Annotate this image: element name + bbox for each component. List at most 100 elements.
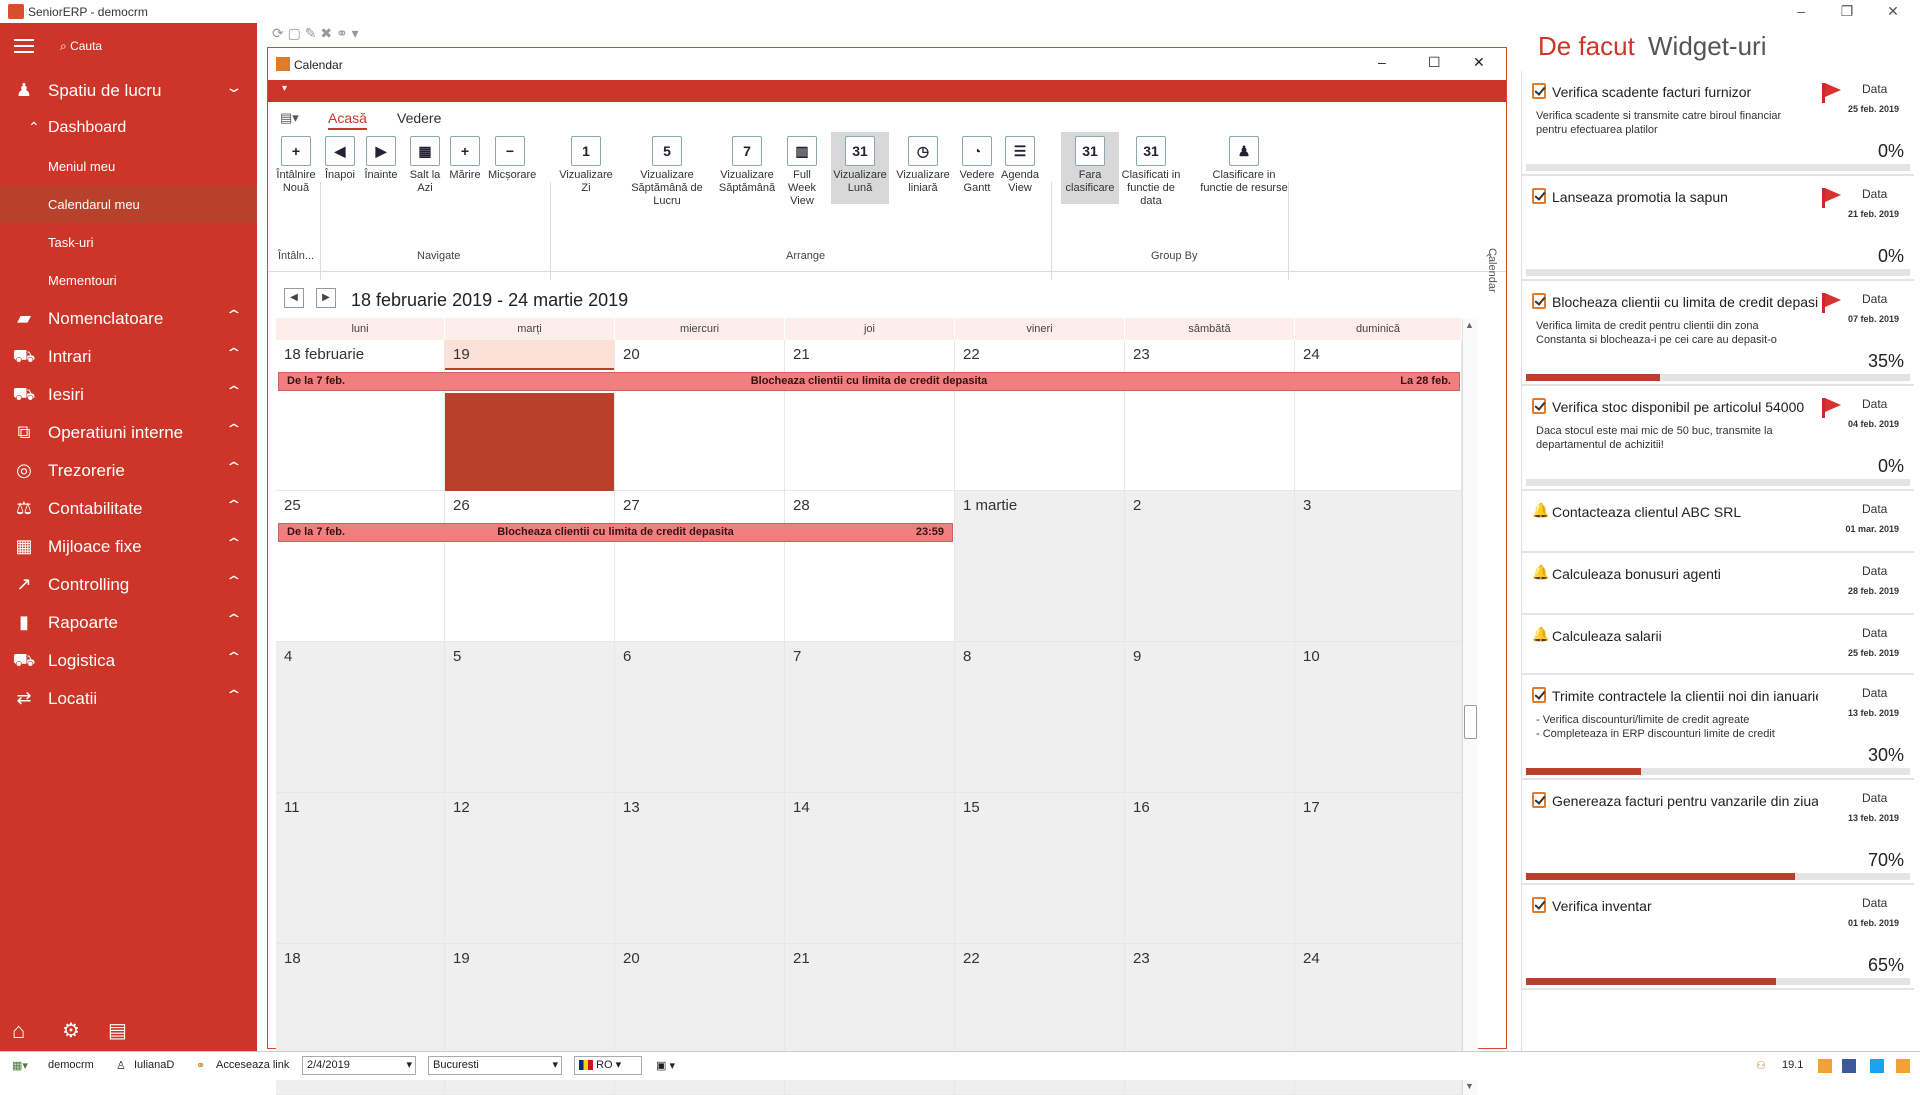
sidebar-subitem-0[interactable]: Meniul meu (0, 147, 257, 185)
sidebar-item-3[interactable]: ⛟ Iesiri ⌃ (0, 375, 257, 413)
task-card[interactable]: Blocheaza clientii cu limita de credit d… (1522, 281, 1914, 386)
tab-widget-uri[interactable]: Widget-uri (1648, 31, 1766, 62)
calendar-day-cell[interactable]: 9 (1125, 642, 1295, 793)
flag-icon[interactable] (1822, 398, 1844, 418)
report-icon[interactable]: ▤ (108, 1018, 127, 1043)
twitter-icon[interactable] (1870, 1059, 1884, 1073)
checkbox-icon[interactable] (1532, 398, 1546, 414)
calendar-event[interactable]: De la 7 feb. Blocheaza clientii cu limit… (278, 372, 1460, 391)
calendar-day-cell[interactable]: 8 (955, 642, 1125, 793)
calendar-day-cell[interactable]: 27 (615, 491, 785, 642)
sidebar-item-2[interactable]: ⛟ Intrari ⌃ (0, 337, 257, 375)
flag-icon[interactable] (1822, 293, 1844, 313)
calendar-day-cell[interactable]: 10 (1295, 642, 1462, 793)
sidebar-item-10[interactable]: ⛟ Logistica ⌃ (0, 641, 257, 679)
flag-icon[interactable] (1822, 83, 1844, 103)
flag-icon[interactable] (1822, 188, 1844, 208)
task-card[interactable]: Verifica inventar Data 01 feb. 2019 65% (1522, 885, 1914, 990)
calendar-day-cell[interactable]: 25 (276, 491, 445, 642)
checkbox-icon[interactable] (1532, 897, 1546, 913)
calendar-day-cell[interactable]: 20 (615, 340, 785, 491)
status-link[interactable]: Acceseaza link (216, 1059, 289, 1071)
city-select[interactable]: Bucuresti ▾ (428, 1056, 562, 1075)
calendar-day-cell[interactable]: 17 (1295, 793, 1462, 944)
ribbon-button-16[interactable]: ♟ Clasificare in functie de resurse (1198, 132, 1290, 204)
grid-menu-icon[interactable]: ▦▾ (12, 1059, 28, 1072)
ribbon-button-10[interactable]: 31 Vizualizare Lună (831, 132, 889, 204)
dropdown-icon[interactable]: ▾ (282, 83, 287, 94)
checkbox-icon[interactable] (1532, 792, 1546, 808)
ribbon-menu-icon[interactable]: ▤▾ (280, 110, 299, 126)
calendar-close-icon[interactable]: ✕ (1473, 54, 1485, 71)
calendar-day-cell[interactable]: 14 (785, 793, 955, 944)
sidebar-item-1[interactable]: ▰ Nomenclatoare ⌃ (0, 299, 257, 337)
calendar-minimize-icon[interactable]: – (1378, 54, 1386, 70)
ribbon-button-8[interactable]: 7 Vizualizare Săptămână (718, 132, 776, 204)
checkbox-icon[interactable] (1532, 293, 1546, 309)
home-icon[interactable]: ⌂ (12, 1018, 25, 1044)
sidebar-search[interactable]: ⌕ Cauta (60, 39, 102, 54)
ribbon-button-7[interactable]: 5 Vizualizare Săptămână de Lucru (619, 132, 715, 207)
task-card[interactable]: 🔔 Contacteaza clientul ABC SRL Data 01 m… (1522, 491, 1914, 553)
sidebar-item-0[interactable]: ♟ Spatiu de lucru ⌄ (0, 71, 257, 109)
restore-icon[interactable]: ❐ (1824, 0, 1870, 23)
ribbon-button-11[interactable]: ◷ Vizualizare liniară (896, 132, 950, 204)
ribbon-button-3[interactable]: ▦ Salt la Azi (408, 132, 442, 204)
task-card[interactable]: Verifica scadente facturi furnizor Data … (1522, 71, 1914, 176)
ribbon-button-5[interactable]: − Micșorare (488, 132, 536, 204)
sidebar-item-4[interactable]: ⧉ Operatiuni interne ⌃ (0, 413, 257, 451)
tab-acasa[interactable]: Acasă (328, 110, 367, 130)
calendar-day-cell[interactable]: 5 (445, 642, 615, 793)
checkbox-icon[interactable] (1532, 188, 1546, 204)
prev-range-button[interactable]: ◀ (284, 288, 304, 308)
sidebar-item-9[interactable]: ▮ Rapoarte ⌃ (0, 603, 257, 641)
sidebar-subitem-3[interactable]: Mementouri (0, 261, 257, 299)
calendar-day-cell[interactable]: 11 (276, 793, 445, 944)
ribbon-button-0[interactable]: + Întâlnire Nouă (272, 132, 320, 204)
calendar-day-cell[interactable]: 24 (1295, 340, 1462, 491)
calendar-day-cell[interactable]: 18 februarie (276, 340, 445, 491)
task-card[interactable]: 🔔 Calculeaza bonusuri agenti Data 28 feb… (1522, 553, 1914, 615)
calendar-day-cell[interactable]: 19 (445, 340, 615, 491)
ribbon-button-13[interactable]: ☰ Agenda View (998, 132, 1042, 204)
rss-icon-2[interactable] (1896, 1059, 1910, 1073)
task-card[interactable]: Verifica stoc disponibil pe articolul 54… (1522, 386, 1914, 491)
ribbon-button-1[interactable]: ◀ Înapoi (323, 132, 357, 204)
settings-icon[interactable]: ⚙ (62, 1018, 80, 1043)
rss-icon-1[interactable] (1818, 1059, 1832, 1073)
calendar-side-tab[interactable]: Calendar (1486, 248, 1498, 293)
ribbon-button-14[interactable]: 31 Fara clasificare (1061, 132, 1119, 204)
task-card[interactable]: 🔔 Calculeaza salarii Data 25 feb. 2019 (1522, 615, 1914, 675)
sidebar-subitem-2[interactable]: Task-uri (0, 223, 257, 261)
calendar-day-cell[interactable]: 13 (615, 793, 785, 944)
language-select[interactable]: RO ▾ (574, 1056, 642, 1075)
task-card[interactable]: Lanseaza promotia la sapun Data 21 feb. … (1522, 176, 1914, 281)
ribbon-button-6[interactable]: 1 Vizualizare Zi (559, 132, 613, 204)
ribbon-button-12[interactable]: ◔ Vedere Gantt (955, 132, 999, 204)
calendar-day-cell[interactable]: 23 (1125, 340, 1295, 491)
sidebar-item-6[interactable]: ⚖ Contabilitate ⌃ (0, 489, 257, 527)
calendar-day-cell[interactable]: 2 (1125, 491, 1295, 642)
status-user[interactable]: IulianaD (134, 1059, 174, 1071)
sidebar-item-5[interactable]: ◎ Trezorerie ⌃ (0, 451, 257, 489)
calendar-day-cell[interactable]: 6 (615, 642, 785, 793)
calendar-scrollbar[interactable]: ▲ ▼ (1462, 319, 1478, 1095)
calendar-day-cell[interactable]: 22 (955, 340, 1125, 491)
calendar-day-cell[interactable]: 4 (276, 642, 445, 793)
sidebar-item-7[interactable]: ▦ Mijloace fixe ⌃ (0, 527, 257, 565)
task-card[interactable]: Genereaza facturi pentru vanzarile din z… (1522, 780, 1914, 885)
facebook-icon[interactable] (1842, 1059, 1856, 1073)
calendar-day-cell[interactable]: 12 (445, 793, 615, 944)
hamburger-menu-icon[interactable] (14, 39, 34, 53)
calendar-day-cell[interactable]: 1 martie (955, 491, 1125, 642)
scroll-down-icon[interactable]: ▼ (1465, 1081, 1474, 1091)
sidebar-item-11[interactable]: ⇄ Locatii ⌃ (0, 679, 257, 717)
ribbon-button-2[interactable]: ▶ Înainte (364, 132, 398, 204)
close-icon[interactable]: ✕ (1870, 0, 1916, 23)
ribbon-button-15[interactable]: 31 Clasificati in functie de data (1118, 132, 1184, 207)
calendar-day-cell[interactable]: 7 (785, 642, 955, 793)
sidebar-subitem-1[interactable]: Calendarul meu (0, 185, 257, 223)
sidebar-dashboard[interactable]: ⌃ Dashboard (0, 109, 257, 147)
date-select[interactable]: 2/4/2019 ▾ (302, 1056, 416, 1075)
ribbon-button-9[interactable]: ▥ Full Week View (780, 132, 824, 207)
